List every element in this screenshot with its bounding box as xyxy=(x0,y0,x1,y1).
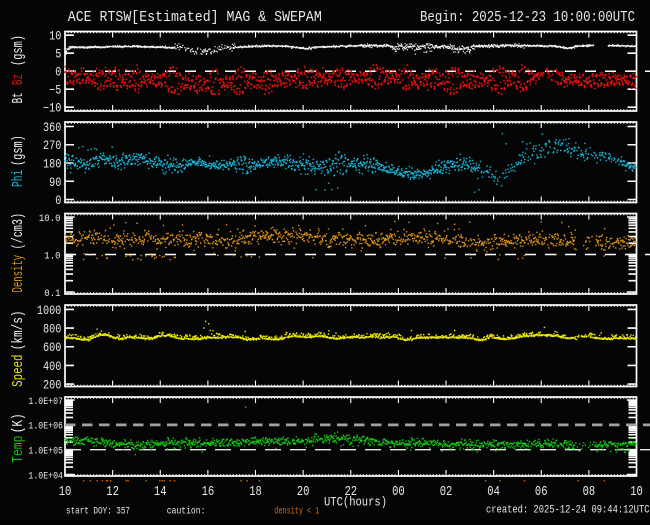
svg-text:360: 360 xyxy=(43,121,61,135)
svg-text:(gsm): (gsm) xyxy=(11,35,27,66)
svg-text:(km/s): (km/s) xyxy=(11,311,27,351)
svg-text:1.0E+04: 1.0E+04 xyxy=(28,470,63,482)
svg-text:Temp: Temp xyxy=(11,436,27,463)
svg-text:270: 270 xyxy=(43,139,61,153)
svg-text:0: 0 xyxy=(55,66,61,80)
svg-text:0: 0 xyxy=(55,194,61,208)
svg-text:0.1: 0.1 xyxy=(44,288,60,300)
svg-text:1.0E+06: 1.0E+06 xyxy=(28,421,63,433)
svg-text:14: 14 xyxy=(154,485,167,500)
svg-text:12: 12 xyxy=(106,485,119,500)
svg-text:caution:: caution: xyxy=(167,506,206,518)
svg-text:density < 1: density < 1 xyxy=(274,506,319,518)
svg-text:02: 02 xyxy=(440,485,453,500)
svg-text:Bz: Bz xyxy=(11,74,27,85)
svg-text:created: 2025-12-24 09:44:12UT: created: 2025-12-24 09:44:12UTC xyxy=(486,505,650,517)
svg-text:Phi: Phi xyxy=(11,170,27,187)
svg-text:90: 90 xyxy=(49,176,61,190)
svg-text:10.0: 10.0 xyxy=(39,213,61,225)
svg-text:16: 16 xyxy=(202,485,215,500)
svg-text:10: 10 xyxy=(59,485,72,500)
svg-text:600: 600 xyxy=(43,341,61,355)
svg-text:(/cm3): (/cm3) xyxy=(11,213,27,250)
svg-text:08: 08 xyxy=(583,485,596,500)
svg-text:Density: Density xyxy=(11,255,27,293)
svg-text:1.0: 1.0 xyxy=(44,250,60,262)
svg-text:(K): (K) xyxy=(11,413,27,433)
svg-text:18: 18 xyxy=(249,485,262,500)
svg-text:Begin: 2025-12-23 10:00:00UTC: Begin: 2025-12-23 10:00:00UTC xyxy=(420,9,635,26)
svg-text:400: 400 xyxy=(43,360,61,374)
svg-text:−10: −10 xyxy=(43,102,61,116)
svg-text:20: 20 xyxy=(297,485,310,500)
svg-text:UTC(hours): UTC(hours) xyxy=(324,495,387,510)
svg-text:06: 06 xyxy=(535,485,548,500)
svg-text:start DOY: 357: start DOY: 357 xyxy=(66,506,130,518)
svg-text:10: 10 xyxy=(49,30,61,44)
svg-text:10: 10 xyxy=(630,485,643,500)
svg-text:180: 180 xyxy=(43,158,61,172)
svg-text:ACE RTSW[Estimated] MAG & SWEP: ACE RTSW[Estimated] MAG & SWEPAM xyxy=(68,9,322,26)
svg-text:200: 200 xyxy=(43,379,61,393)
svg-text:1.0E+05: 1.0E+05 xyxy=(28,446,63,458)
svg-text:Speed: Speed xyxy=(11,355,27,387)
svg-text:1000: 1000 xyxy=(37,304,61,318)
svg-text:(gsm): (gsm) xyxy=(11,135,27,166)
svg-text:−5: −5 xyxy=(49,84,61,98)
svg-text:00: 00 xyxy=(392,485,405,500)
svg-text:800: 800 xyxy=(43,323,61,337)
svg-text:5: 5 xyxy=(55,48,61,62)
svg-text:Bt: Bt xyxy=(11,92,27,103)
svg-text:04: 04 xyxy=(487,485,500,500)
svg-text:1.0E+07: 1.0E+07 xyxy=(28,396,63,408)
